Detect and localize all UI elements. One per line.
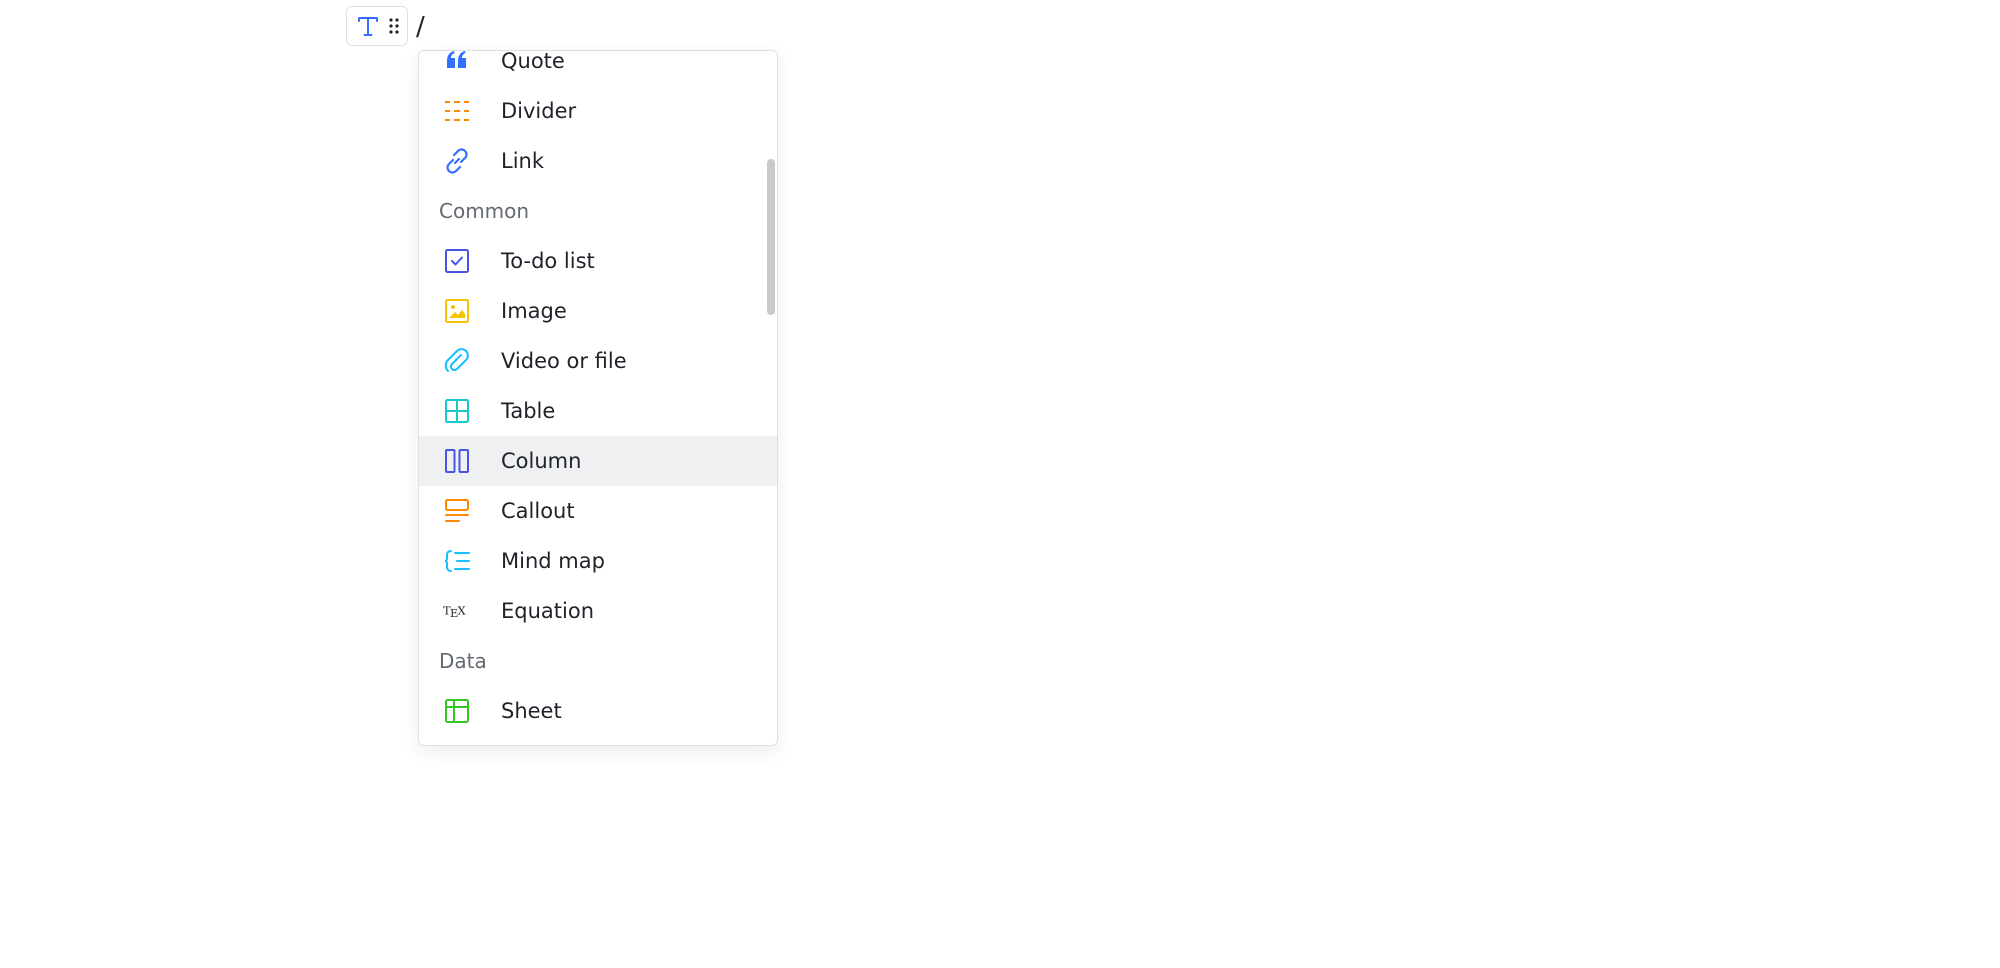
- menu-item-label: Mind map: [501, 549, 605, 573]
- paperclip-icon: [443, 347, 471, 375]
- column-icon: [443, 447, 471, 475]
- menu-item-todo-list[interactable]: To-do list: [419, 236, 777, 286]
- menu-item-label: Table: [501, 399, 556, 423]
- link-icon: [443, 147, 471, 175]
- quote-icon: [443, 51, 471, 75]
- menu-item-column[interactable]: Column: [419, 436, 777, 486]
- drag-handle-icon[interactable]: [387, 16, 401, 36]
- menu-item-label: Divider: [501, 99, 577, 123]
- menu-item-label: Quote: [501, 50, 565, 73]
- table-icon: [443, 397, 471, 425]
- menu-item-label: Equation: [501, 599, 595, 623]
- menu-item-label: To-do list: [501, 249, 595, 273]
- menu-item-image[interactable]: Image: [419, 286, 777, 336]
- menu-item-callout[interactable]: Callout: [419, 486, 777, 536]
- sheet-icon: [443, 697, 471, 725]
- divider-icon: [443, 97, 471, 125]
- block-type-handle[interactable]: [346, 6, 408, 46]
- menu-item-video-or-file[interactable]: Video or file: [419, 336, 777, 386]
- menu-item-link[interactable]: Link: [419, 136, 777, 186]
- menu-item-sheet[interactable]: Sheet: [419, 686, 777, 736]
- slash-command-text[interactable]: /: [416, 10, 425, 44]
- mind-map-icon: [443, 547, 471, 575]
- tex-icon: T E X: [443, 597, 471, 625]
- menu-item-label: Image: [501, 299, 567, 323]
- menu-item-label: Link: [501, 149, 545, 173]
- menu-item-label: Sheet: [501, 699, 562, 723]
- section-header-common: Common: [439, 199, 530, 223]
- menu-scrollbar[interactable]: [767, 159, 775, 315]
- image-icon: [443, 297, 471, 325]
- menu-item-label: Video or file: [501, 349, 627, 373]
- menu-item-quote[interactable]: Quote: [419, 50, 777, 86]
- menu-item-table[interactable]: Table: [419, 386, 777, 436]
- menu-item-divider[interactable]: Divider: [419, 86, 777, 136]
- menu-item-equation[interactable]: T E X Equation: [419, 586, 777, 636]
- svg-text:X: X: [457, 604, 466, 618]
- callout-icon: [443, 497, 471, 525]
- menu-item-label: Callout: [501, 499, 575, 523]
- section-header-data: Data: [439, 649, 487, 673]
- menu-item-mind-map[interactable]: Mind map: [419, 536, 777, 586]
- menu-item-label: Column: [501, 449, 582, 473]
- slash-command-menu: Quote Divider Link Common To-do list Ima…: [418, 50, 778, 746]
- todo-checkbox-icon: [443, 247, 471, 275]
- text-type-icon: [355, 13, 381, 39]
- menu-list: Quote Divider Link Common To-do list Ima…: [419, 50, 777, 736]
